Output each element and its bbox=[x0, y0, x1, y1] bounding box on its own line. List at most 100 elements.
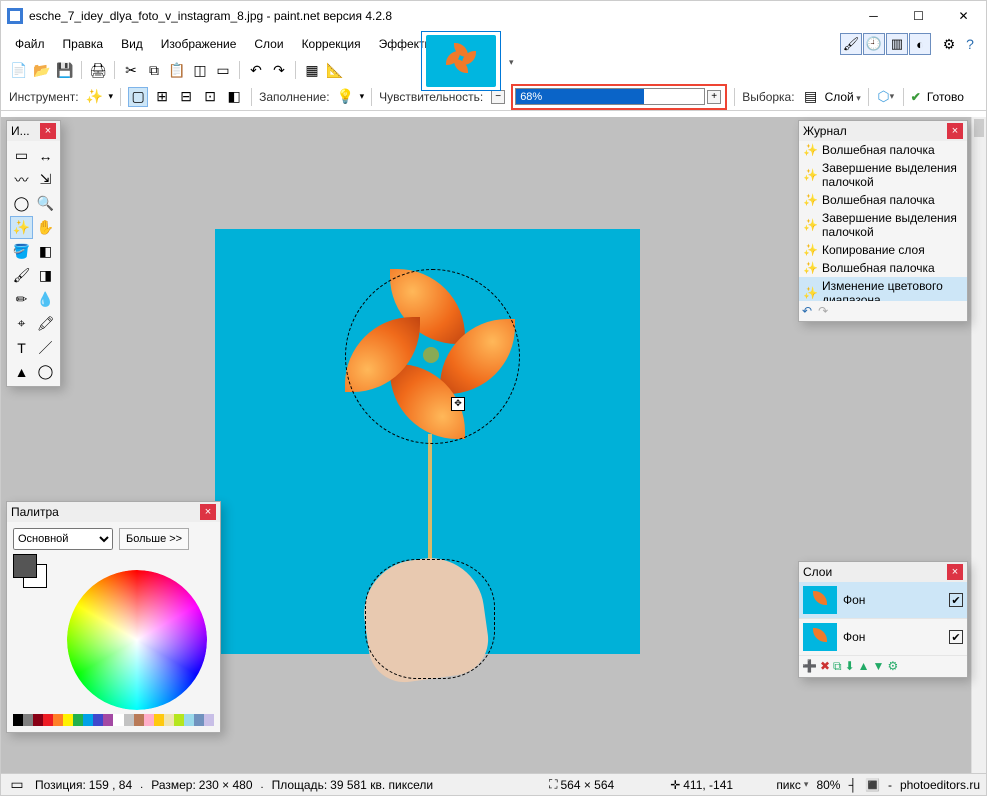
history-undo-icon[interactable]: ↶ bbox=[802, 304, 812, 318]
layer-item[interactable]: Фон✔ bbox=[799, 582, 967, 619]
crop-icon[interactable]: ◫ bbox=[190, 60, 210, 80]
open-icon[interactable]: 📂 bbox=[32, 60, 52, 80]
history-item[interactable]: ✨Копирование слоя bbox=[799, 241, 967, 259]
layer-visible-checkbox[interactable]: ✔ bbox=[949, 630, 963, 644]
tool-line[interactable]: ／ bbox=[34, 336, 57, 359]
canvas[interactable]: ✥ bbox=[215, 229, 640, 654]
history-item[interactable]: ✨Завершение выделения палочкой bbox=[799, 209, 967, 241]
zoom-value[interactable]: 80% bbox=[816, 778, 840, 792]
history-toggle-icon[interactable]: 🕘 bbox=[863, 33, 885, 55]
print-icon[interactable]: 🖨 bbox=[88, 60, 108, 80]
help-icon[interactable]: ? bbox=[960, 34, 980, 54]
history-item[interactable]: ✨Изменение цветового диапазона bbox=[799, 277, 967, 301]
ruler-icon[interactable]: 📐 bbox=[325, 60, 345, 80]
layers-toggle-icon[interactable]: ▥ bbox=[886, 33, 908, 55]
tool-brush[interactable]: 🖌 bbox=[10, 264, 33, 287]
layer-props-icon[interactable]: ⚙ bbox=[887, 659, 898, 674]
layer-delete-icon[interactable]: ✖ bbox=[820, 659, 830, 674]
document-thumbnail[interactable] bbox=[421, 31, 501, 91]
color-wheel[interactable] bbox=[67, 570, 207, 710]
menu-file[interactable]: Файл bbox=[7, 34, 53, 54]
wand-tool-icon[interactable]: ✨ bbox=[85, 87, 105, 107]
layer-merge-icon[interactable]: ⬇ bbox=[845, 659, 855, 674]
copy-icon[interactable]: ⧉ bbox=[144, 60, 164, 80]
hue-swatch[interactable] bbox=[204, 714, 214, 726]
grid-icon[interactable]: ▦ bbox=[302, 60, 322, 80]
tool-picker[interactable]: 💧 bbox=[34, 288, 57, 311]
tolerance-minus-button[interactable]: − bbox=[491, 90, 505, 104]
tool-move-selection[interactable]: ↔ bbox=[34, 144, 57, 167]
hue-swatch[interactable] bbox=[184, 714, 194, 726]
tools-panel-close-icon[interactable]: × bbox=[40, 123, 56, 139]
tool-recolor[interactable]: 🖍 bbox=[34, 312, 57, 335]
sampling-dropdown[interactable]: Слой bbox=[825, 90, 861, 104]
tool-rect-select[interactable]: ▭ bbox=[10, 144, 33, 167]
palette-more-button[interactable]: Больше >> bbox=[119, 528, 189, 550]
hue-swatch[interactable] bbox=[23, 714, 33, 726]
hue-strip[interactable] bbox=[13, 714, 214, 726]
tool-clone[interactable]: ⌖ bbox=[10, 312, 33, 335]
selmode-intersect-icon[interactable]: ⊡ bbox=[200, 87, 220, 107]
paste-icon[interactable]: 📋 bbox=[167, 60, 187, 80]
units-dropdown[interactable]: пикс bbox=[776, 778, 808, 792]
hue-swatch[interactable] bbox=[124, 714, 134, 726]
tool-pencil[interactable]: ✏ bbox=[10, 288, 33, 311]
tool-shapes[interactable]: ▲ bbox=[10, 360, 33, 383]
new-icon[interactable]: 📄 bbox=[9, 60, 29, 80]
tool-ellipse-select[interactable]: ◯ bbox=[10, 192, 33, 215]
tool-magic-wand[interactable]: ✨ bbox=[10, 216, 33, 239]
thumb-dropdown-icon[interactable]: ▾ bbox=[509, 57, 514, 68]
tool-zoom[interactable]: 🔍 bbox=[34, 192, 57, 215]
selmode-invert-icon[interactable]: ◧ bbox=[224, 87, 244, 107]
fit-icon[interactable]: 🔳 bbox=[865, 778, 880, 792]
selmode-replace-icon[interactable]: ▢ bbox=[128, 87, 148, 107]
palette-swatches[interactable] bbox=[13, 554, 49, 590]
hue-swatch[interactable] bbox=[13, 714, 23, 726]
tool-fill[interactable]: 🪣 bbox=[10, 240, 33, 263]
menu-edit[interactable]: Правка bbox=[55, 34, 112, 54]
hue-swatch[interactable] bbox=[174, 714, 184, 726]
hue-swatch[interactable] bbox=[73, 714, 83, 726]
hue-swatch[interactable] bbox=[33, 714, 43, 726]
layer-duplicate-icon[interactable]: ⧉ bbox=[833, 659, 842, 674]
cut-icon[interactable]: ✂ bbox=[121, 60, 141, 80]
hue-swatch[interactable] bbox=[154, 714, 164, 726]
tool-shape2[interactable]: ◯ bbox=[34, 360, 57, 383]
hue-swatch[interactable] bbox=[83, 714, 93, 726]
deselect-icon[interactable]: ▭ bbox=[213, 60, 233, 80]
tools-toggle-icon[interactable]: 🖌 bbox=[840, 33, 862, 55]
palette-close-icon[interactable]: × bbox=[200, 504, 216, 520]
settings-icon[interactable]: ⚙ bbox=[939, 34, 959, 54]
layer-down-icon[interactable]: ▼ bbox=[873, 659, 885, 674]
layer-add-icon[interactable]: ➕ bbox=[802, 659, 817, 674]
tolerance-plus-button[interactable]: + bbox=[707, 90, 721, 104]
layer-item[interactable]: Фон✔ bbox=[799, 619, 967, 656]
hue-swatch[interactable] bbox=[164, 714, 174, 726]
palette-mode-select[interactable]: Основной bbox=[13, 528, 113, 550]
hue-swatch[interactable] bbox=[144, 714, 154, 726]
history-close-icon[interactable]: × bbox=[947, 123, 963, 139]
menu-view[interactable]: Вид bbox=[113, 34, 151, 54]
hue-swatch[interactable] bbox=[53, 714, 63, 726]
history-item[interactable]: ✨Волшебная палочка bbox=[799, 259, 967, 277]
history-item[interactable]: ✨Волшебная палочка bbox=[799, 191, 967, 209]
fill-mode-icon[interactable]: 💡 bbox=[336, 87, 356, 107]
colors-toggle-icon[interactable]: ◐ bbox=[909, 33, 931, 55]
selmode-add-icon[interactable]: ⊞ bbox=[152, 87, 172, 107]
hue-swatch[interactable] bbox=[113, 714, 123, 726]
menu-adjust[interactable]: Коррекция bbox=[294, 34, 369, 54]
tool-pan[interactable]: ✋ bbox=[34, 216, 57, 239]
undo-icon[interactable]: ↶ bbox=[246, 60, 266, 80]
history-item[interactable]: ✨Волшебная палочка bbox=[799, 141, 967, 159]
tool-lasso[interactable]: 〰 bbox=[10, 168, 33, 191]
layer-up-icon[interactable]: ▲ bbox=[858, 659, 870, 674]
selmode-sub-icon[interactable]: ⊟ bbox=[176, 87, 196, 107]
zoom-slider-icon[interactable]: ┤ bbox=[848, 778, 857, 792]
tool-text[interactable]: T bbox=[10, 336, 33, 359]
redo-icon[interactable]: ↷ bbox=[269, 60, 289, 80]
vertical-scrollbar[interactable] bbox=[971, 117, 986, 773]
menu-image[interactable]: Изображение bbox=[153, 34, 245, 54]
tool-eraser[interactable]: ◨ bbox=[34, 264, 57, 287]
tolerance-slider[interactable]: 68% bbox=[515, 88, 705, 105]
layer-visible-checkbox[interactable]: ✔ bbox=[949, 593, 963, 607]
